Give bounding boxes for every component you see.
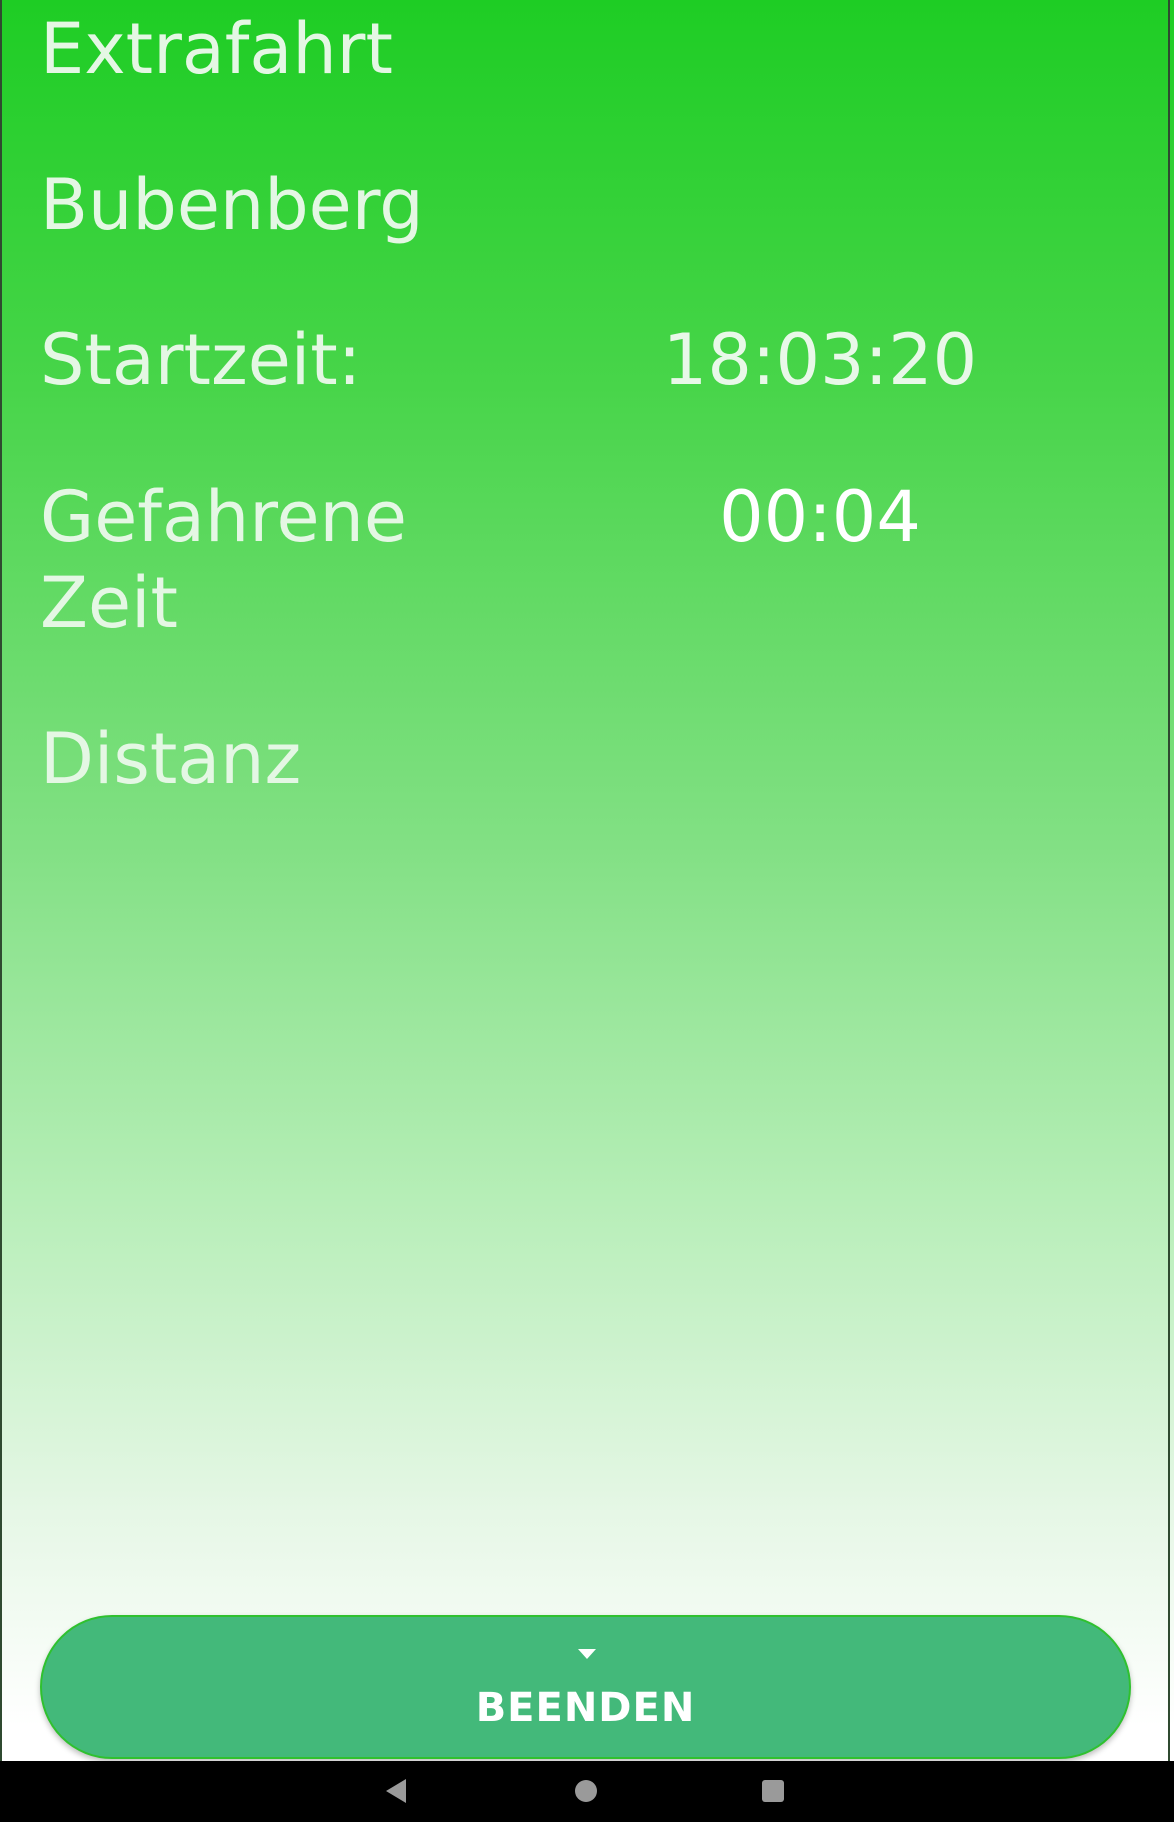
finish-button-label: BEENDEN [475, 1685, 696, 1731]
distance-label: Distanz [40, 718, 302, 800]
elapsed-time-label-line2: Zeit [40, 562, 178, 644]
recents-icon[interactable] [762, 1780, 784, 1802]
back-icon[interactable] [386, 1779, 406, 1803]
finish-button[interactable]: BEENDEN [40, 1615, 1131, 1759]
left-edge [0, 0, 2, 1761]
trip-location: Bubenberg [40, 164, 424, 246]
trip-screen: Extrafahrt Bubenberg Startzeit: 18:03:20… [0, 0, 1174, 1761]
right-edge [1168, 0, 1170, 1761]
chevron-down-icon [577, 1649, 596, 1659]
elapsed-time-value: 00:04 [719, 476, 921, 558]
elapsed-time-label-line1: Gefahrene [40, 476, 407, 558]
home-icon[interactable] [575, 1780, 597, 1802]
start-time-value: 18:03:20 [662, 319, 978, 401]
trip-type: Extrafahrt [40, 8, 393, 90]
start-time-label: Startzeit: [40, 319, 362, 401]
system-nav-bar [0, 1761, 1174, 1822]
